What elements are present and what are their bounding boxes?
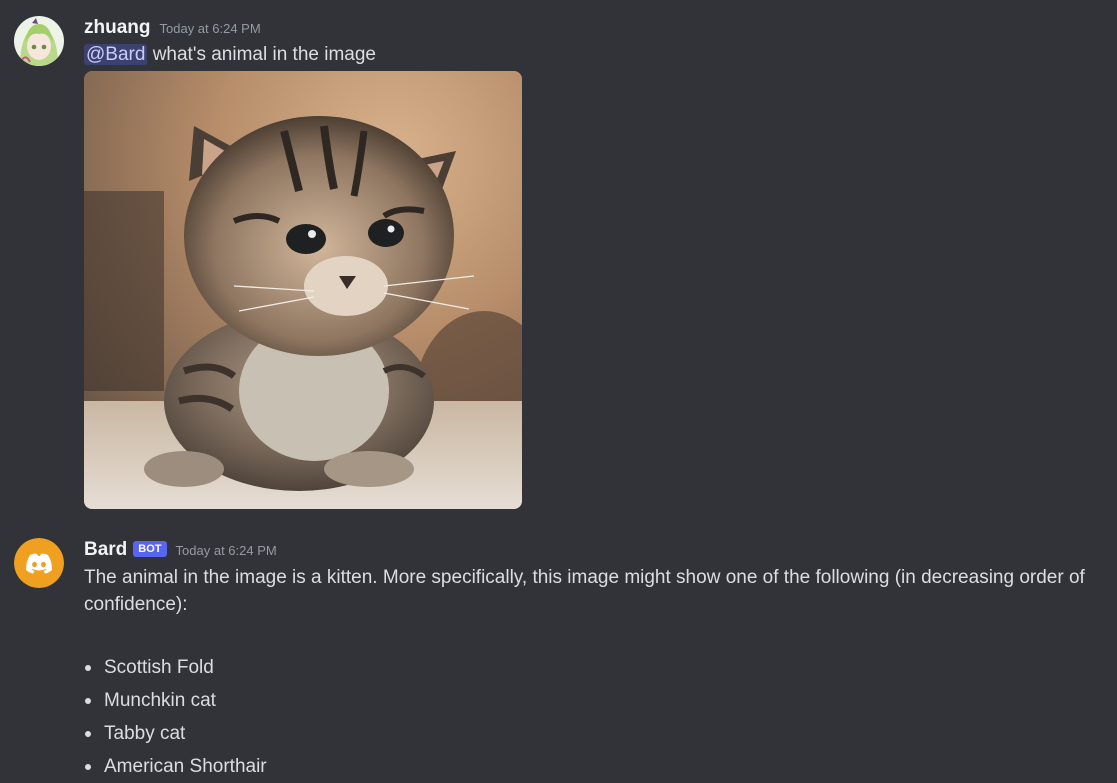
list-item: American Shorthair (84, 750, 1097, 783)
bot-badge: BOT (133, 541, 167, 557)
breed-list: Scottish Fold Munchkin cat Tabby cat Ame… (84, 651, 1097, 783)
bullet-icon (85, 731, 91, 737)
bot-avatar[interactable] (14, 538, 64, 588)
message-timestamp: Today at 6:24 PM (159, 21, 261, 36)
list-item: Scottish Fold (84, 651, 1097, 684)
bullet-icon (85, 665, 91, 671)
list-item: Tabby cat (84, 717, 1097, 750)
list-item: Munchkin cat (84, 684, 1097, 717)
bullet-icon (85, 698, 91, 704)
message-timestamp: Today at 6:24 PM (175, 543, 277, 558)
message-text: what's animal in the image (147, 44, 376, 65)
image-attachment[interactable] (84, 71, 522, 509)
mention-bard[interactable]: @Bard (84, 44, 148, 65)
message-content: @Bard what's animal in the image (84, 42, 1097, 67)
message-text: The animal in the image is a kitten. Mor… (84, 567, 1085, 615)
kitten-image (84, 71, 522, 509)
bullet-icon (85, 764, 91, 770)
anime-avatar-icon (14, 16, 64, 66)
user-avatar[interactable] (14, 16, 64, 66)
message-author[interactable]: Bard (84, 536, 127, 564)
chat-messages: zhuang Today at 6:24 PM @Bard what's ani… (0, 0, 1117, 783)
discord-logo-icon (14, 538, 64, 588)
message-author[interactable]: zhuang (84, 14, 151, 42)
